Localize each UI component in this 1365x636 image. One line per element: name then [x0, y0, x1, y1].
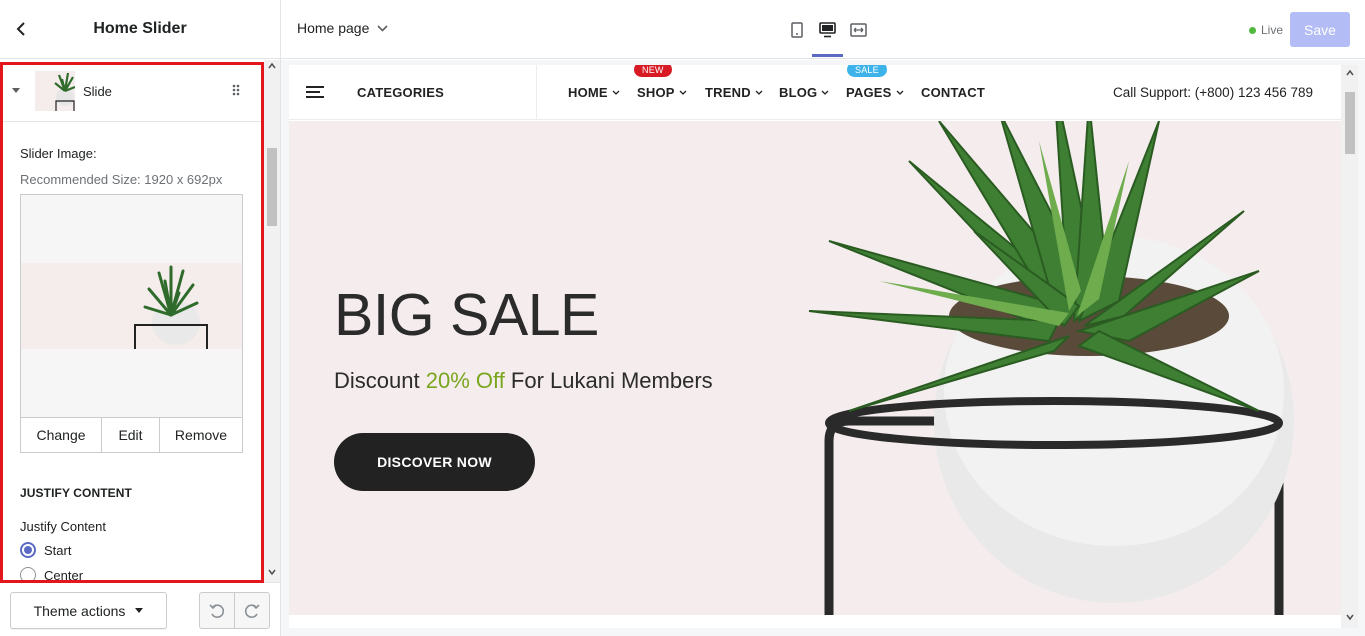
scrollbar-thumb[interactable]: [1345, 92, 1355, 154]
justify-content-heading: JUSTIFY CONTENT: [20, 486, 132, 500]
caret-down-icon[interactable]: [10, 84, 22, 96]
sidebar-scroll-area: Slide Slider Image: Recommended Size: 19…: [0, 60, 264, 582]
live-dot-icon: [1249, 26, 1256, 34]
desktop-view-button[interactable]: [812, 16, 843, 57]
fullwidth-view-button[interactable]: [843, 16, 874, 44]
scroll-up-arrow-icon[interactable]: [268, 62, 276, 70]
page-selector[interactable]: Home page: [297, 20, 388, 36]
slide-block-row[interactable]: Slide: [0, 60, 264, 122]
live-status-label: Live: [1261, 23, 1284, 37]
redo-icon: [244, 603, 260, 618]
hero-subtitle-suffix: For Lukani Members: [504, 368, 713, 393]
sidebar-scrollbar[interactable]: [264, 60, 280, 582]
preview-area: CATEGORIES HOME NEW SHOP TREND BLOG SALE: [281, 60, 1365, 636]
slider-image-hint: Recommended Size: 1920 x 692px: [20, 172, 223, 187]
nav-item-label: PAGES: [846, 85, 892, 100]
storefront-preview[interactable]: CATEGORIES HOME NEW SHOP TREND BLOG SALE: [289, 65, 1342, 628]
mobile-view-button[interactable]: [781, 16, 812, 44]
nav-item-label: SHOP: [637, 85, 675, 100]
preview-bottom-strip: [289, 615, 1342, 628]
nav-item-label: CONTACT: [921, 85, 985, 100]
fullwidth-icon: [850, 23, 867, 37]
new-badge: NEW: [634, 65, 672, 77]
caret-down-icon: [135, 608, 144, 613]
change-image-button[interactable]: Change: [21, 418, 102, 452]
nav-item-pages[interactable]: SALE PAGES: [846, 65, 904, 100]
page-selector-label: Home page: [297, 20, 370, 36]
editor-topbar: Home page Live Save: [281, 0, 1365, 59]
image-actions: Change Edit Remove: [21, 417, 242, 452]
plant-image: [808, 121, 1294, 615]
scroll-up-arrow-icon[interactable]: [1346, 69, 1354, 77]
radio-option-label: Start: [44, 542, 72, 558]
nav-item-contact[interactable]: CONTACT: [921, 85, 985, 100]
sidebar-header: Home Slider: [0, 0, 280, 59]
chevron-down-icon: [679, 90, 687, 95]
nav-item-label: HOME: [568, 85, 608, 100]
nav-item-shop[interactable]: NEW SHOP: [634, 65, 687, 100]
hero-subtitle: Discount 20% Off For Lukani Members: [334, 368, 713, 394]
save-button[interactable]: Save: [1290, 12, 1350, 47]
scrollbar-thumb[interactable]: [267, 148, 277, 226]
scroll-down-arrow-icon[interactable]: [1346, 613, 1354, 621]
sidebar-title: Home Slider: [93, 20, 187, 37]
store-navigation: CATEGORIES HOME NEW SHOP TREND BLOG SALE: [289, 65, 1342, 120]
preview-scrollbar[interactable]: [1341, 65, 1358, 628]
justify-content-label: Justify Content: [20, 519, 106, 534]
nav-item-home[interactable]: HOME: [568, 85, 620, 100]
discover-now-button[interactable]: DISCOVER NOW: [334, 433, 535, 491]
chevron-down-icon: [896, 90, 904, 95]
nav-item-trend[interactable]: TREND: [705, 85, 763, 100]
nav-item-label: TREND: [705, 85, 751, 100]
nav-item-blog[interactable]: BLOG: [779, 85, 829, 100]
sale-badge: SALE: [847, 65, 887, 77]
scroll-down-arrow-icon[interactable]: [268, 568, 276, 576]
slide-block-label: Slide: [83, 84, 112, 99]
support-phone: Call Support: (+800) 123 456 789: [1113, 85, 1314, 100]
edit-image-button[interactable]: Edit: [102, 418, 160, 452]
image-picker: Change Edit Remove: [20, 194, 243, 453]
radio-option-start[interactable]: Start: [20, 542, 71, 558]
categories-button[interactable]: CATEGORIES: [289, 65, 537, 120]
theme-editor-sidebar: Home Slider Slide Slider Image: Recommen…: [0, 0, 281, 636]
chevron-down-icon: [821, 90, 829, 95]
hero-title: BIG SALE: [334, 282, 599, 348]
hamburger-icon: [306, 86, 324, 98]
redo-button[interactable]: [235, 593, 269, 628]
undo-redo-group: [199, 592, 270, 629]
slider-image-label: Slider Image:: [20, 146, 97, 161]
drag-handle-icon[interactable]: [230, 82, 242, 98]
radio-button[interactable]: [20, 567, 36, 582]
radio-button-checked[interactable]: [20, 542, 36, 558]
hero-slider: BIG SALE Discount 20% Off For Lukani Mem…: [289, 121, 1342, 615]
chevron-down-icon: [612, 90, 620, 95]
chevron-down-icon: [377, 24, 388, 32]
chevron-left-icon: [16, 22, 25, 36]
hero-discount: 20% Off: [425, 368, 505, 393]
mobile-icon: [790, 22, 803, 38]
radio-option-label: Center: [44, 567, 84, 583]
chevron-down-icon: [755, 90, 763, 95]
live-status: Live: [1249, 23, 1283, 37]
back-button[interactable]: [10, 18, 32, 40]
theme-actions-button[interactable]: Theme actions: [10, 592, 167, 629]
slide-thumbnail: [35, 71, 75, 111]
categories-label: CATEGORIES: [357, 85, 444, 100]
nav-item-label: BLOG: [779, 85, 818, 100]
sidebar-footer: Theme actions: [0, 582, 280, 636]
desktop-icon: [819, 22, 836, 38]
remove-image-button[interactable]: Remove: [160, 418, 242, 452]
hero-subtitle-prefix: Discount: [334, 368, 426, 393]
image-preview: [21, 263, 242, 349]
radio-option-center[interactable]: Center: [20, 567, 83, 582]
device-switcher: [781, 16, 874, 57]
theme-actions-label: Theme actions: [33, 602, 126, 619]
undo-icon: [209, 603, 225, 618]
undo-button[interactable]: [200, 593, 235, 628]
